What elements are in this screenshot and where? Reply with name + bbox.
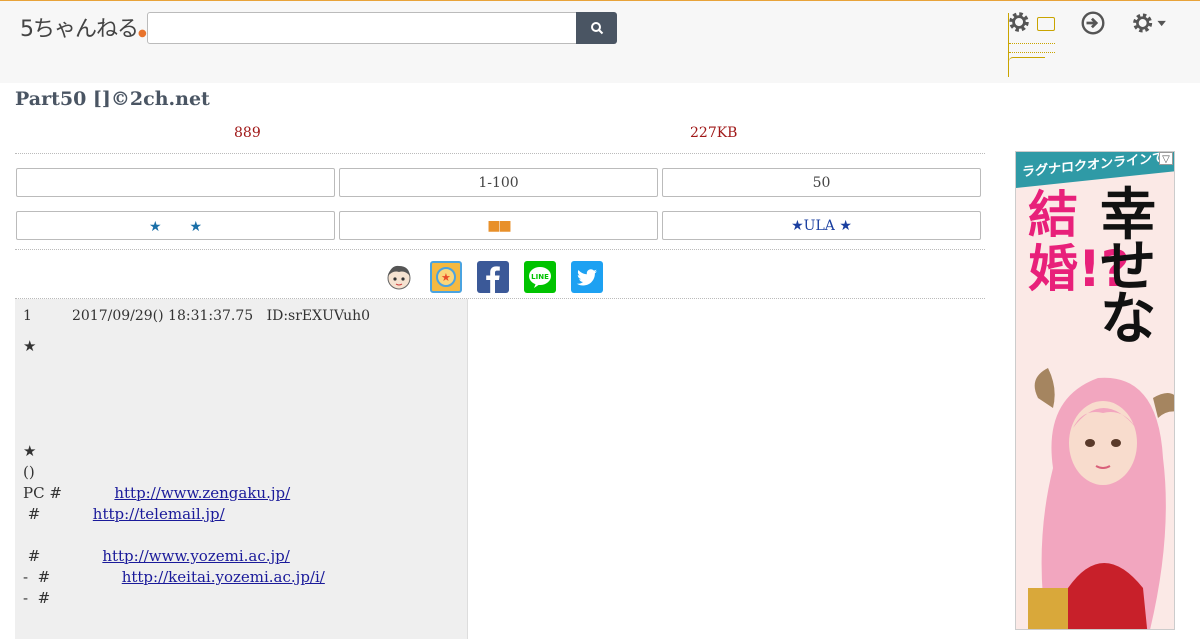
post-text: PC # — [23, 484, 115, 502]
twitter-icon[interactable] — [571, 261, 603, 293]
svg-text:LINE: LINE — [531, 273, 549, 281]
line-icon[interactable]: LINE — [524, 261, 556, 293]
link-zengaku[interactable]: http://www.zengaku.jp/ — [114, 484, 290, 502]
ad-headline-black: 幸せな — [1100, 183, 1156, 352]
posts-1-100-button[interactable]: 1-100 — [339, 168, 658, 197]
divider — [15, 249, 985, 250]
settings-menu-tag[interactable] — [1008, 13, 1056, 77]
post-body: ★ ★ () PC # http://www.zengaku.jp/ # http… — [23, 336, 325, 609]
facebook-icon[interactable] — [477, 261, 509, 293]
thread-title: Part50 []©2ch.net — [15, 88, 210, 110]
app-icon[interactable]: ★ — [430, 261, 462, 293]
search-icon — [590, 22, 603, 35]
search-button[interactable] — [576, 12, 617, 44]
ad-headline-pink: 結婚!? — [1028, 186, 1130, 298]
post-text: - # — [23, 568, 122, 586]
post-header: 1 2017/09/29() 18:31:37.75 ID:srEXUVuh0 — [23, 308, 370, 324]
nav-button-1[interactable] — [16, 168, 335, 197]
latest-50-button[interactable]: 50 — [662, 168, 981, 197]
post-text: - # — [23, 589, 51, 607]
post-text: ★ — [23, 442, 37, 460]
link-yozemi[interactable]: http://www.yozemi.ac.jp/ — [102, 547, 289, 565]
post-number: 1 — [23, 308, 32, 324]
post-text: ★ — [23, 337, 37, 355]
divider — [15, 153, 985, 154]
link-keitai-yozemi[interactable]: http://keitai.yozemi.ac.jp/i/ — [122, 568, 325, 586]
post-date: 2017/09/29() 18:31:37.75 — [71, 308, 254, 324]
ad-close-icon[interactable]: ▽ — [1159, 152, 1173, 165]
ad-character-image — [1028, 368, 1174, 629]
link-telemail[interactable]: http://telemail.jp/ — [93, 505, 225, 523]
avatar-icon[interactable] — [383, 261, 415, 293]
sign-in-icon[interactable] — [1080, 10, 1106, 36]
top-bar: 5ちゃんねる● — [0, 0, 1200, 83]
nav-button-squares[interactable]: ■■ — [339, 211, 658, 240]
site-logo[interactable]: 5ちゃんねる● — [20, 11, 147, 43]
post-id[interactable]: ID:srEXUVuh0 — [267, 308, 371, 324]
post-1: 1 2017/09/29() 18:31:37.75 ID:srEXUVuh0 … — [15, 299, 468, 639]
advertisement[interactable]: ラグナロクオンラインで ▽ 結婚!? 幸せな — [1015, 151, 1175, 630]
nav-button-starred[interactable]: ★ ★ — [16, 211, 335, 240]
nav-button-ula[interactable]: ★ULA ★ — [662, 211, 981, 240]
post-text: # — [23, 547, 103, 565]
gear-dropdown-icon[interactable] — [1130, 10, 1168, 36]
post-text: () — [23, 463, 35, 481]
thread-size: 227KB — [690, 125, 738, 141]
svg-text:★: ★ — [441, 271, 451, 284]
post-text: # — [23, 505, 93, 523]
search-input[interactable] — [147, 12, 578, 44]
post-count: 889 — [234, 125, 261, 141]
